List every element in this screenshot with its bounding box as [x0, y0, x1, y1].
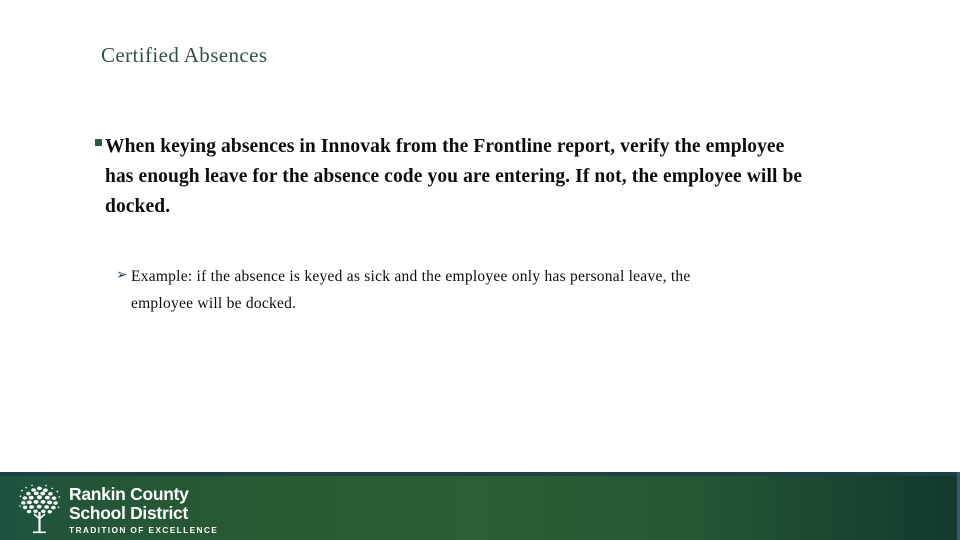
- bullet-example-text: Example: if the absence is keyed as sick…: [131, 268, 691, 312]
- district-logo-text: Rankin County School District TRADITION …: [69, 484, 219, 536]
- arrow-bullet-icon: ➢: [116, 267, 128, 283]
- footer-top-divider: [0, 472, 960, 476]
- logo-line-two: School District: [69, 503, 188, 523]
- presentation-slide: Certified Absences When keying absences …: [0, 0, 960, 540]
- slide-body: When keying absences in Innovak from the…: [0, 0, 960, 460]
- bullet-item-primary: When keying absences in Innovak from the…: [95, 132, 805, 222]
- logo-tagline: TRADITION OF EXCELLENCE: [69, 525, 219, 535]
- slide-footer-band: Rankin County School District TRADITION …: [0, 472, 960, 540]
- bullet-item-example: ➢ Example: if the absence is keyed as si…: [116, 263, 756, 317]
- tree-logo-icon: [19, 484, 60, 534]
- square-bullet-icon: [95, 139, 102, 146]
- bullet-primary-text: When keying absences in Innovak from the…: [105, 136, 803, 217]
- district-logo-lockup: Rankin County School District TRADITION …: [16, 481, 218, 535]
- logo-line-one: Rankin County: [69, 484, 189, 504]
